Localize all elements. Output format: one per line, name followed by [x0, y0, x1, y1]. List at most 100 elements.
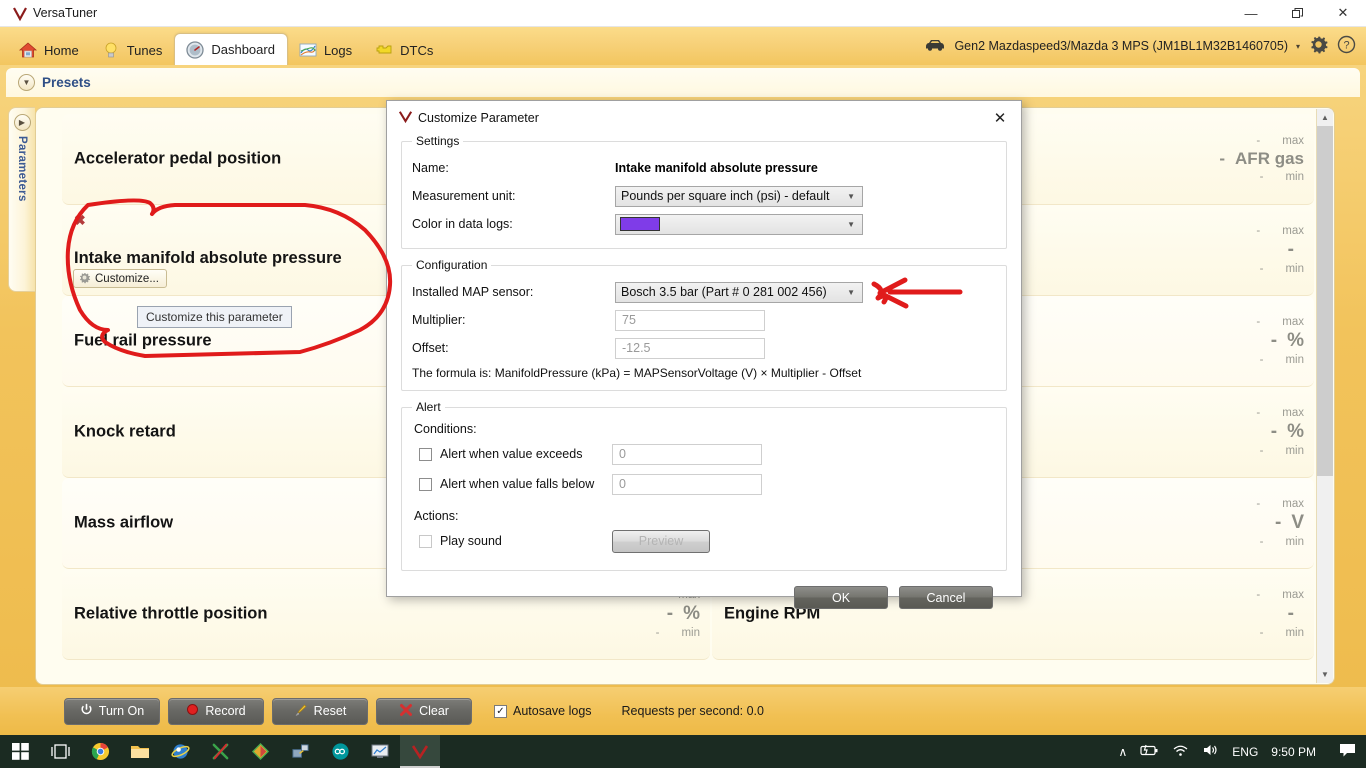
param-main-value: -: [1219, 149, 1226, 168]
chevron-down-icon[interactable]: ▼: [18, 74, 35, 91]
param-unit: %: [1287, 330, 1304, 351]
dashboard-toolbar: Turn On Record Reset Clear ✓ Autosave lo…: [0, 687, 1366, 735]
ok-button[interactable]: OK: [794, 586, 888, 609]
tab-home[interactable]: Home: [8, 35, 91, 65]
volume-icon[interactable]: [1202, 743, 1219, 760]
alert-exceeds-input[interactable]: 0: [612, 443, 762, 465]
battery-icon[interactable]: [1140, 744, 1159, 760]
notification-icon[interactable]: [1339, 743, 1356, 761]
window-title: VersaTuner: [33, 6, 98, 20]
chevron-down-icon: ▼: [847, 191, 855, 201]
alert-exceeds-checkbox[interactable]: Alert when value exceeds: [412, 447, 612, 461]
scrollbar-thumb[interactable]: [1317, 126, 1333, 476]
tab-dashboard[interactable]: Dashboard: [174, 33, 288, 65]
browser-icon[interactable]: [160, 735, 200, 768]
measurement-unit-label: Measurement unit:: [412, 189, 516, 203]
param-main-value: -: [1287, 603, 1294, 624]
maximize-button[interactable]: [1274, 0, 1320, 27]
panel-scrollbar[interactable]: ▲ ▼: [1316, 109, 1333, 683]
dialog-close-button[interactable]: ✕: [979, 103, 1021, 133]
color-label: Color in data logs:: [412, 217, 513, 231]
file-explorer-icon[interactable]: [120, 735, 160, 768]
chevron-right-icon[interactable]: ▶: [13, 114, 31, 131]
gear-icon[interactable]: [1308, 34, 1329, 58]
param-max-value: -: [1256, 135, 1261, 147]
map-sensor-select[interactable]: Bosch 3.5 bar (Part # 0 281 002 456) ▼: [615, 281, 863, 303]
record-button[interactable]: Record: [168, 697, 264, 725]
scroll-up-arrow-icon[interactable]: ▲: [1317, 109, 1333, 126]
param-min-value: -: [655, 627, 660, 639]
param-main-value: -: [1270, 330, 1278, 351]
customize-button[interactable]: Customize...: [73, 269, 167, 288]
checkbox-box[interactable]: [419, 447, 432, 461]
checkbox-box[interactable]: [419, 477, 432, 491]
x-app-icon[interactable]: [200, 735, 240, 768]
param-unit: AFR gas: [1235, 149, 1304, 168]
offset-input[interactable]: -12.5: [615, 337, 765, 359]
play-sound-checkbox: Play sound: [412, 534, 612, 548]
multiplier-input[interactable]: 75: [615, 309, 765, 331]
dialog-footer: OK Cancel: [401, 580, 1007, 609]
language-indicator[interactable]: ENG: [1232, 745, 1258, 759]
param-min-value: -: [1259, 354, 1264, 366]
param-unit: %: [1287, 421, 1304, 442]
broom-icon: [294, 703, 308, 720]
network-app-icon[interactable]: [280, 735, 320, 768]
alert-below-label: Alert when value falls below: [440, 477, 595, 491]
tab-logs[interactable]: Logs: [288, 35, 364, 65]
alert-below-input[interactable]: 0: [612, 473, 762, 495]
chrome-icon[interactable]: [80, 735, 120, 768]
tray-chevron-icon[interactable]: ∧: [1118, 745, 1127, 759]
color-select[interactable]: ▼: [615, 213, 863, 235]
measurement-unit-value: Pounds per square inch (psi) - default: [621, 189, 830, 203]
versatuner-icon[interactable]: [400, 735, 440, 768]
param-min-label: min: [1285, 445, 1304, 457]
chevron-down-icon[interactable]: ▾: [1296, 42, 1300, 51]
offset-row: Offset: -12.5: [412, 334, 996, 362]
scroll-down-arrow-icon[interactable]: ▼: [1317, 666, 1333, 683]
param-max-label: max: [1282, 225, 1304, 237]
param-min-value: -: [1259, 263, 1264, 275]
dialog-title: Customize Parameter: [418, 110, 539, 125]
question-icon[interactable]: ?: [1337, 35, 1356, 57]
cancel-button[interactable]: Cancel: [899, 586, 993, 609]
clear-button[interactable]: Clear: [376, 697, 472, 725]
actions-row: Play sound Preview: [412, 526, 996, 556]
bulb-icon: [101, 40, 121, 60]
alert-group: Alert Conditions: Alert when value excee…: [401, 400, 1007, 571]
tab-tunes[interactable]: Tunes: [91, 35, 175, 65]
reset-button[interactable]: Reset: [272, 697, 368, 725]
minimize-button[interactable]: —: [1228, 0, 1274, 27]
autosave-logs-label: Autosave logs: [513, 704, 592, 718]
autosave-logs-checkbox[interactable]: ✓ Autosave logs: [494, 704, 592, 718]
tab-dtcs[interactable]: DTCs: [364, 35, 445, 65]
configuration-group: Configuration Installed MAP sensor: Bosc…: [401, 258, 1007, 391]
monitor-app-icon[interactable]: [360, 735, 400, 768]
param-max-label: max: [1282, 316, 1304, 328]
param-name: Knock retard: [74, 422, 176, 441]
param-values: - max - - min: [1174, 569, 1304, 659]
param-name: Fuel rail pressure: [74, 331, 212, 350]
system-tray: ∧ ENG 9:50 PM: [1118, 743, 1366, 761]
tab-logs-label: Logs: [323, 42, 353, 58]
settings-legend: Settings: [416, 134, 460, 148]
requests-per-second-label: Requests per second: 0.0: [621, 704, 764, 718]
close-icon[interactable]: ✖: [74, 213, 86, 227]
close-button[interactable]: ✕: [1320, 0, 1366, 27]
presets-bar[interactable]: ▼ Presets: [6, 68, 1360, 97]
record-icon: [186, 703, 199, 719]
clock[interactable]: 9:50 PM: [1271, 745, 1316, 759]
turn-on-button[interactable]: Turn On: [64, 697, 160, 725]
checkbox-box[interactable]: ✓: [494, 704, 507, 718]
measurement-unit-select[interactable]: Pounds per square inch (psi) - default ▼: [615, 185, 863, 207]
alert-below-checkbox[interactable]: Alert when value falls below: [412, 477, 612, 491]
diamond-app-icon[interactable]: [240, 735, 280, 768]
wifi-icon[interactable]: [1172, 744, 1189, 760]
color-row: Color in data logs: ▼: [412, 210, 996, 238]
windows-icon[interactable]: [0, 735, 40, 768]
sidebar-item-parameters[interactable]: ▶ Parameters: [8, 107, 35, 292]
arduino-icon[interactable]: [320, 735, 360, 768]
param-max-label: max: [1282, 498, 1304, 510]
task-view-icon[interactable]: [40, 735, 80, 768]
vehicle-selector[interactable]: Gen2 Mazdaspeed3/Mazda 3 MPS (JM1BL1M32B…: [924, 27, 1366, 65]
